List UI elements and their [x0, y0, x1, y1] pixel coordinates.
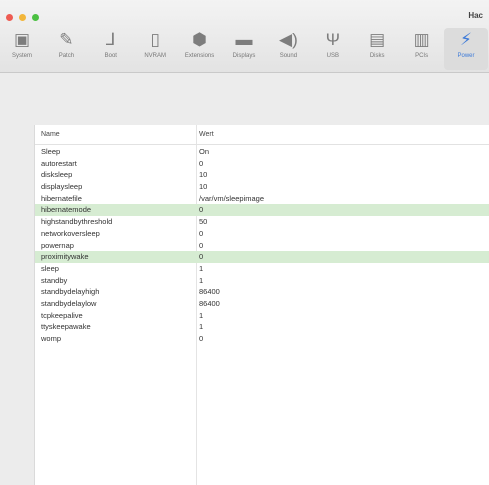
- table-row[interactable]: hibernatefile/var/vm/sleepimage: [35, 193, 489, 205]
- row-name: womp: [41, 334, 62, 343]
- table-row[interactable]: standbydelayhigh 86400: [35, 286, 489, 298]
- toolbar-item-usb[interactable]: Ψ USB: [311, 28, 355, 70]
- row-name: sleep: [41, 263, 59, 273]
- toolbar-item-label: Displays: [232, 53, 256, 59]
- row-name: hibernatefile: [41, 193, 82, 203]
- toolbar-item-sound[interactable]: ◀) Sound: [266, 28, 310, 70]
- row-name: hibernatemode: [41, 205, 92, 215]
- close-window-button[interactable]: [6, 14, 13, 21]
- window-title: Hac: [468, 11, 483, 20]
- row-value: 1: [199, 310, 204, 320]
- column-header-value[interactable]: Wert: [199, 131, 214, 138]
- toolbar-item-pcis[interactable]: ▥ PCIs: [400, 28, 444, 70]
- row-value: 0: [199, 205, 204, 215]
- row-name: displaysleep: [41, 182, 83, 192]
- row-value: 86400: [199, 298, 220, 308]
- row-value: 0: [199, 228, 204, 238]
- row-name: Sleep: [41, 147, 61, 156]
- table-row[interactable]: womp 0: [35, 333, 489, 345]
- row-name: proximitywake: [41, 252, 89, 262]
- table-row[interactable]: displaysleep 10: [35, 181, 489, 193]
- row-name: networkoversleep: [41, 228, 100, 238]
- row-value: 1: [199, 322, 204, 332]
- row-value: 10: [199, 182, 208, 192]
- minimize-window-button[interactable]: [19, 14, 26, 21]
- row-name: highstandbythreshold: [41, 217, 113, 227]
- pcis-icon: ▥: [413, 30, 430, 49]
- row-value: 10: [199, 170, 208, 180]
- toolbar: ▣ System ✎ Patch ⅃ Boot ▯ NVRAM ⬢ Extensions ▬ Disp…: [0, 28, 489, 70]
- window-titlebar: Hac ▣ System ✎ Patch ⅃ Boot ▯ NVRAM ⬢ Extensions ▬…: [0, 0, 489, 73]
- table-row[interactable]: powernap 0: [35, 240, 489, 252]
- table-row[interactable]: autorestart 0: [35, 158, 489, 170]
- row-value: 1: [199, 275, 204, 285]
- toolbar-item-label: Sound: [279, 53, 298, 59]
- toolbar-item-label: PCIs: [415, 53, 429, 59]
- sound-icon: ◀): [279, 30, 298, 49]
- extensions-icon: ⬢: [192, 30, 208, 49]
- toolbar-item-disks[interactable]: ▤ Disks: [355, 28, 399, 70]
- toolbar-item-label: Power: [457, 53, 475, 59]
- toolbar-item-label: Patch: [58, 53, 75, 59]
- table-row[interactable]: Sleep On: [35, 146, 489, 158]
- table-header: Name Wert: [35, 125, 489, 145]
- row-name: tcpkeepalive: [41, 310, 83, 320]
- toolbar-item-patch[interactable]: ✎ Patch: [44, 28, 88, 70]
- properties-table: Name Wert Sleep On autorestart 0 disksleep 10…: [34, 125, 489, 485]
- row-value: 0: [199, 158, 204, 168]
- toolbar-item-displays[interactable]: ▬ Displays: [222, 28, 266, 70]
- table-row[interactable]: sleep 1: [35, 263, 489, 275]
- row-value: 86400: [199, 287, 220, 297]
- row-name: standbydelayhigh: [41, 287, 100, 297]
- main-content: Name Wert Sleep On autorestart 0 disksleep 10…: [0, 73, 489, 485]
- row-value: 0: [199, 252, 204, 262]
- toolbar-item-label: Extensions: [184, 53, 215, 59]
- table-row[interactable]: ttyskeepawake 1: [35, 321, 489, 333]
- row-value: On: [199, 147, 210, 156]
- table-row[interactable]: disksleep 10: [35, 169, 489, 181]
- toolbar-item-label: Boot: [104, 53, 117, 59]
- table-rows: Sleep On autorestart 0 disksleep 10 displaysle…: [35, 146, 489, 345]
- row-value: 50: [199, 217, 208, 227]
- row-value: 0: [199, 334, 204, 343]
- patch-icon: ✎: [59, 30, 74, 49]
- toolbar-item-system[interactable]: ▣ System: [0, 28, 44, 70]
- toolbar-item-power[interactable]: ⚡ Power: [444, 28, 488, 70]
- toolbar-item-label: USB: [326, 53, 339, 59]
- toolbar-item-label: Disks: [369, 53, 385, 59]
- zoom-window-button[interactable]: [32, 14, 39, 21]
- table-row[interactable]: highstandbythreshold 50: [35, 216, 489, 228]
- disks-icon: ▤: [369, 30, 386, 49]
- column-header-name[interactable]: Name: [41, 131, 60, 138]
- usb-icon: Ψ: [325, 30, 340, 49]
- toolbar-item-boot[interactable]: ⅃ Boot: [89, 28, 133, 70]
- row-name: autorestart: [41, 158, 77, 168]
- row-name: powernap: [41, 240, 74, 250]
- table-row[interactable]: standbydelaylow 86400: [35, 298, 489, 310]
- nvram-icon: ▯: [150, 30, 160, 49]
- power-icon: ⚡: [460, 30, 472, 49]
- toolbar-item-extensions[interactable]: ⬢ Extensions: [178, 28, 222, 70]
- displays-icon: ▬: [235, 30, 253, 49]
- toolbar-item-label: NVRAM: [144, 53, 167, 59]
- system-icon: ▣: [13, 30, 31, 49]
- row-name: standbydelaylow: [41, 298, 97, 308]
- row-value: 1: [199, 263, 204, 273]
- boot-icon: ⅃: [106, 30, 116, 49]
- table-row[interactable]: standby 1: [35, 275, 489, 287]
- row-name: standby: [41, 275, 68, 285]
- table-row[interactable]: tcpkeepalive 1: [35, 310, 489, 322]
- toolbar-item-nvram[interactable]: ▯ NVRAM: [133, 28, 177, 70]
- row-name: ttyskeepawake: [41, 322, 91, 332]
- table-row[interactable]: networkoversleep 0: [35, 228, 489, 240]
- toolbar-item-label: System: [11, 53, 32, 59]
- table-row[interactable]: hibernatemode 0: [35, 204, 489, 217]
- table-row[interactable]: proximitywake 0: [35, 251, 489, 263]
- row-name: disksleep: [41, 170, 73, 180]
- row-value: 0: [199, 240, 204, 250]
- row-value: /var/vm/sleepimage: [199, 193, 265, 203]
